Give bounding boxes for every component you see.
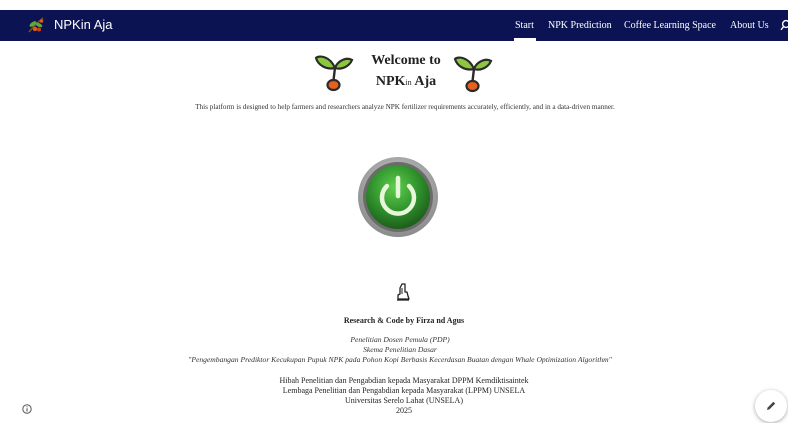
writing-hand-icon (397, 283, 410, 301)
nav-tab-about-us[interactable]: About Us (730, 20, 769, 32)
nav-active-indicator (514, 38, 536, 41)
start-power-button[interactable] (357, 156, 439, 238)
brand-name[interactable]: NPKin Aja (54, 17, 113, 33)
welcome-npk: NPK (375, 74, 406, 89)
welcome-in: in (405, 78, 412, 87)
university-text: Universitas Serelo Lahat (UNSELA) (345, 396, 463, 405)
coffee-branch-logo-icon[interactable] (26, 16, 46, 34)
pencil-icon (767, 401, 776, 410)
info-icon[interactable] (22, 404, 32, 414)
search-icon[interactable] (780, 19, 788, 31)
nav-tab-start[interactable]: Start (515, 20, 534, 32)
program-text: Penelitian Dosen Pemula (PDP) (350, 335, 450, 344)
scheme-text: Skema Penelitian Dasar (363, 345, 437, 354)
project-title-text: "Pengembangan Prediktor Kecukupan Pupuk … (188, 355, 612, 364)
welcome-aja: Aja (414, 74, 437, 89)
nav-tab-npk-prediction[interactable]: NPK Prediction (548, 20, 612, 32)
welcome-app-name: NPKin Aja (346, 74, 466, 91)
nav-tab-coffee-learning-space[interactable]: Coffee Learning Space (624, 20, 716, 32)
grant-text: Hibah Penelitian dan Pengabdian kepada M… (279, 376, 529, 385)
year-text: 2025 (396, 406, 412, 415)
edit-button[interactable] (755, 390, 787, 422)
institute-text: Lembaga Penelitian dan Pengabdian kepada… (282, 386, 526, 395)
intro-text: This platform is designed to help farmer… (195, 103, 615, 111)
window-top-margin (0, 0, 788, 10)
welcome-heading: Welcome to (371, 53, 441, 68)
author-credit: Research & Code by Firza nd Agus (343, 316, 465, 325)
